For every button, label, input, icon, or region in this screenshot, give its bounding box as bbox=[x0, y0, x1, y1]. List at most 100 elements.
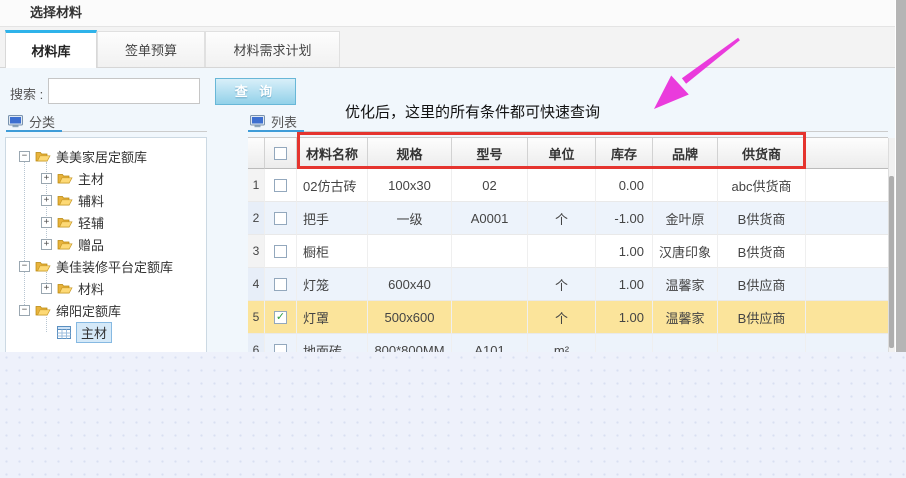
cell-spec: 一级 bbox=[368, 202, 452, 235]
categories-divider bbox=[62, 131, 207, 132]
tree-node-label: 美美家居定额库 bbox=[56, 147, 147, 166]
grid-icon bbox=[57, 326, 71, 339]
cell-brand bbox=[653, 334, 718, 352]
folder-icon bbox=[57, 282, 73, 295]
cell-stock: 1.00 bbox=[596, 301, 653, 334]
row-checkbox[interactable] bbox=[274, 212, 287, 225]
table-row[interactable]: 4灯笼600x40个1.00温馨家B供应商 bbox=[248, 268, 888, 301]
row-filler-cell bbox=[806, 202, 888, 235]
tree-node-selected[interactable]: 主材 bbox=[6, 321, 206, 343]
column-header[interactable]: 型号 bbox=[452, 138, 528, 169]
row-checkbox-cell bbox=[265, 169, 297, 202]
tree-toggle-minus-icon[interactable]: − bbox=[19, 151, 30, 162]
cell-material-name: 橱柜 bbox=[297, 235, 368, 268]
cell-unit: m² bbox=[528, 334, 596, 352]
row-number-cell: 6 bbox=[248, 334, 265, 352]
folder-icon bbox=[57, 194, 73, 207]
tree-toggle-minus-icon[interactable]: − bbox=[19, 261, 30, 272]
cell-brand bbox=[653, 169, 718, 202]
cell-material-name: 地面砖 bbox=[297, 334, 368, 352]
row-number-cell: 3 bbox=[248, 235, 265, 268]
column-header[interactable]: 规格 bbox=[368, 138, 452, 169]
row-number-cell: 2 bbox=[248, 202, 265, 235]
row-checkbox[interactable] bbox=[274, 278, 287, 291]
select-all-checkbox[interactable] bbox=[274, 147, 287, 160]
folder-icon bbox=[35, 260, 51, 273]
categories-underline bbox=[6, 130, 62, 132]
column-header[interactable]: 单位 bbox=[528, 138, 596, 169]
header-filler-cell bbox=[806, 138, 888, 169]
tree-toggle-plus-icon[interactable]: + bbox=[41, 239, 52, 250]
outer-scrollbar-gutter bbox=[895, 0, 906, 352]
tree-node[interactable]: + 主材 bbox=[6, 167, 206, 189]
cell-model: A0001 bbox=[452, 202, 528, 235]
table-row[interactable]: 3橱柜1.00汉唐印象B供货商 bbox=[248, 235, 888, 268]
row-filler-cell bbox=[806, 268, 888, 301]
folder-icon bbox=[57, 216, 73, 229]
tree-toggle-minus-icon[interactable]: − bbox=[19, 305, 30, 316]
tree-node[interactable]: − 美佳装修平台定额库 bbox=[6, 255, 206, 277]
tab-material-demand-plan[interactable]: 材料需求计划 bbox=[205, 31, 340, 67]
row-checkbox[interactable] bbox=[274, 179, 287, 192]
categories-panel-header: 分类 bbox=[8, 112, 55, 131]
cell-spec: 500x600 bbox=[368, 301, 452, 334]
tree-node[interactable]: + 材料 bbox=[6, 277, 206, 299]
list-label: 列表 bbox=[271, 112, 297, 131]
tree-node[interactable]: + 辅料 bbox=[6, 189, 206, 211]
column-header[interactable]: 库存 bbox=[596, 138, 653, 169]
tree-node-label: 主材 bbox=[78, 169, 104, 188]
row-checkbox[interactable]: ✓ bbox=[274, 311, 287, 324]
tree-node[interactable]: + 轻辅 bbox=[6, 211, 206, 233]
cell-stock: 1.00 bbox=[596, 235, 653, 268]
cell-supplier: abc供货商 bbox=[718, 169, 806, 202]
list-divider bbox=[304, 131, 888, 132]
row-filler-cell bbox=[806, 235, 888, 268]
row-checkbox-cell: ✓ bbox=[265, 301, 297, 334]
category-tree: − 美美家居定额库 + 主材 + 辅料 + 轻辅 + 赠品 − 美佳装修平台定额… bbox=[5, 137, 207, 352]
annotation-arrow-icon bbox=[640, 33, 750, 118]
row-checkbox[interactable] bbox=[274, 344, 287, 353]
row-checkbox-cell bbox=[265, 202, 297, 235]
row-checkbox[interactable] bbox=[274, 245, 287, 258]
categories-label: 分类 bbox=[29, 112, 55, 131]
cell-unit: 个 bbox=[528, 301, 596, 334]
list-underline bbox=[248, 130, 304, 132]
table-row[interactable]: 5✓灯罩500x600个1.00温馨家B供应商 bbox=[248, 301, 888, 334]
cell-material-name: 灯笼 bbox=[297, 268, 368, 301]
cell-stock: 1.00 bbox=[596, 268, 653, 301]
cell-material-name: 把手 bbox=[297, 202, 368, 235]
tree-toggle-plus-icon[interactable]: + bbox=[41, 283, 52, 294]
column-header[interactable]: 供货商 bbox=[718, 138, 806, 169]
table-row[interactable]: 6地面砖800*800MMA101m² bbox=[248, 334, 888, 352]
cell-stock: -1.00 bbox=[596, 202, 653, 235]
cell-model bbox=[452, 268, 528, 301]
tree-toggle-plus-icon[interactable]: + bbox=[41, 217, 52, 228]
tree-node[interactable]: − 绵阳定额库 bbox=[6, 299, 206, 321]
row-filler-cell bbox=[806, 169, 888, 202]
tree-toggle-plus-icon[interactable]: + bbox=[41, 195, 52, 206]
cell-spec: 600x40 bbox=[368, 268, 452, 301]
folder-icon bbox=[35, 150, 51, 163]
cell-spec: 800*800MM bbox=[368, 334, 452, 352]
cell-brand: 金叶原 bbox=[653, 202, 718, 235]
tree-node-label: 美佳装修平台定额库 bbox=[56, 257, 173, 276]
tab-material-library[interactable]: 材料库 bbox=[5, 30, 97, 68]
column-header[interactable]: 材料名称 bbox=[297, 138, 368, 169]
folder-icon bbox=[57, 238, 73, 251]
query-button[interactable]: 查 询 bbox=[215, 78, 296, 105]
cell-brand: 温馨家 bbox=[653, 301, 718, 334]
tree-toggle-plus-icon[interactable]: + bbox=[41, 173, 52, 184]
tree-node[interactable]: + 赠品 bbox=[6, 233, 206, 255]
tree-node[interactable]: − 美美家居定额库 bbox=[6, 145, 206, 167]
tab-order-budget[interactable]: 签单预算 bbox=[97, 31, 205, 67]
cell-unit: 个 bbox=[528, 268, 596, 301]
cell-stock: 0.00 bbox=[596, 169, 653, 202]
table-row[interactable]: 2把手一级A0001个-1.00金叶原B供货商 bbox=[248, 202, 888, 235]
column-header[interactable]: 品牌 bbox=[653, 138, 718, 169]
table-row[interactable]: 102仿古砖100x30020.00abc供货商 bbox=[248, 169, 888, 202]
row-filler-cell bbox=[806, 334, 888, 352]
materials-table: 材料名称规格型号单位库存品牌供货商 102仿古砖100x30020.00abc供… bbox=[248, 137, 888, 352]
search-input[interactable] bbox=[48, 78, 200, 104]
table-vertical-scrollbar-thumb[interactable] bbox=[889, 176, 894, 348]
cell-supplier: B供货商 bbox=[718, 202, 806, 235]
